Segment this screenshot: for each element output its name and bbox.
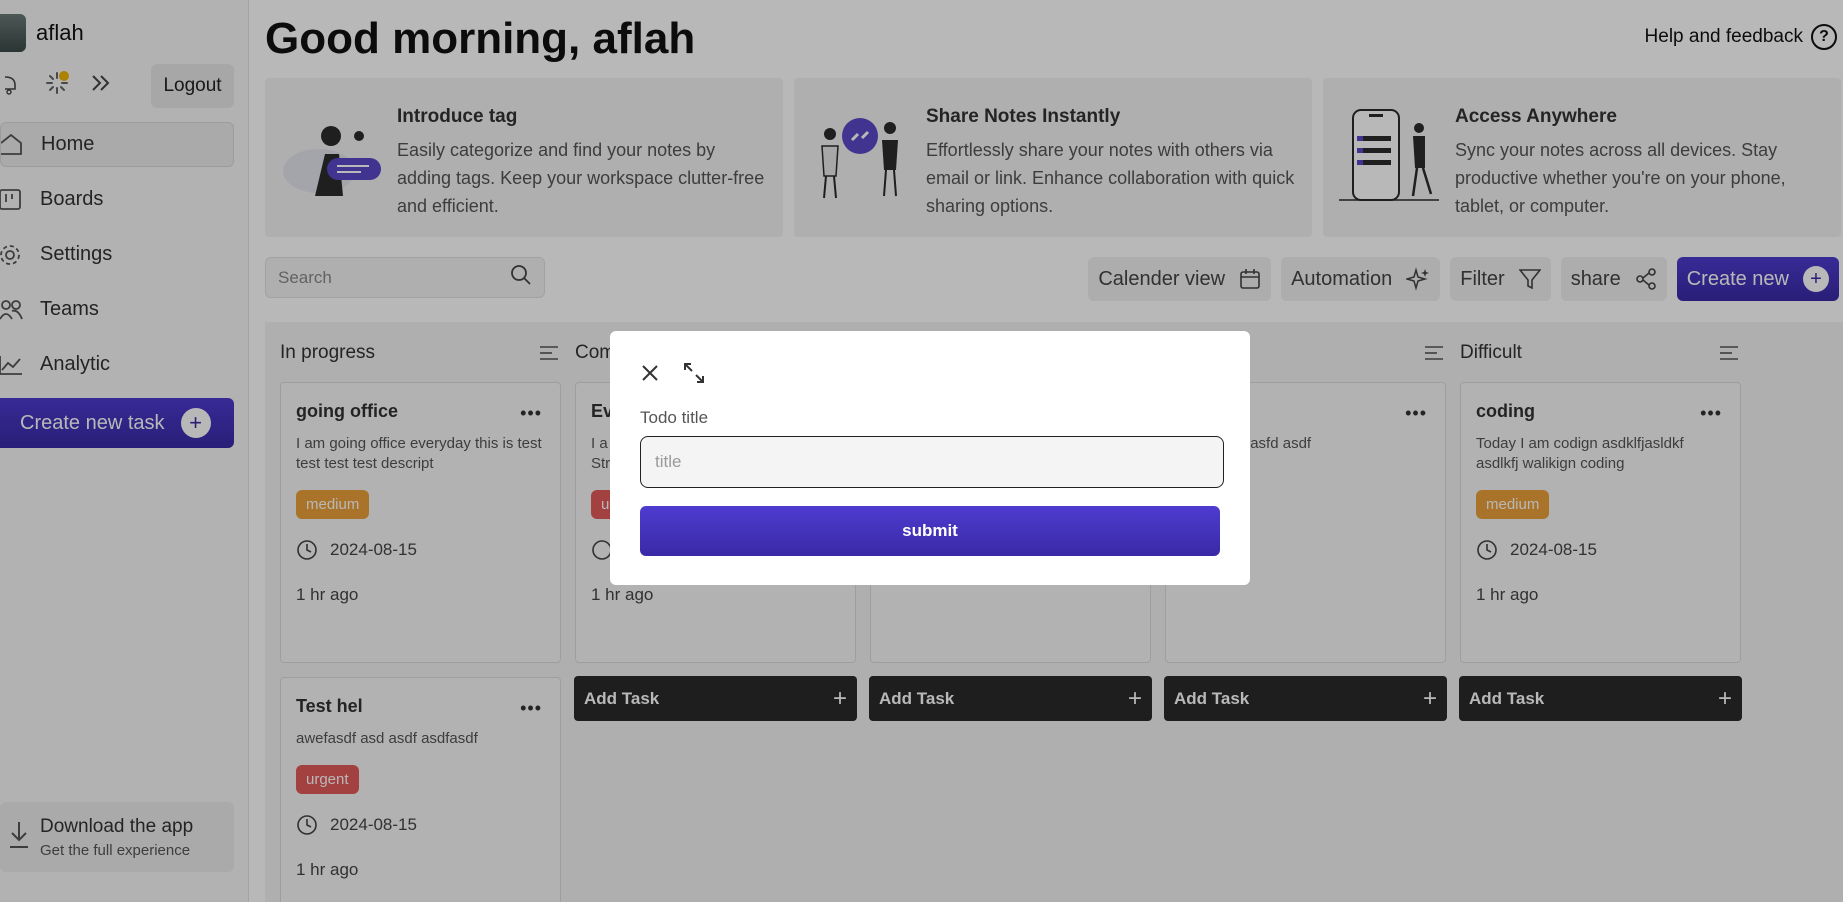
modal-controls (640, 361, 1220, 390)
todo-title-label: Todo title (640, 408, 709, 427)
todo-title-input[interactable] (640, 436, 1224, 488)
close-icon[interactable] (640, 363, 660, 388)
new-todo-modal: Todo title submit (610, 331, 1250, 585)
expand-icon[interactable] (682, 361, 706, 390)
submit-button[interactable]: submit (640, 506, 1220, 556)
